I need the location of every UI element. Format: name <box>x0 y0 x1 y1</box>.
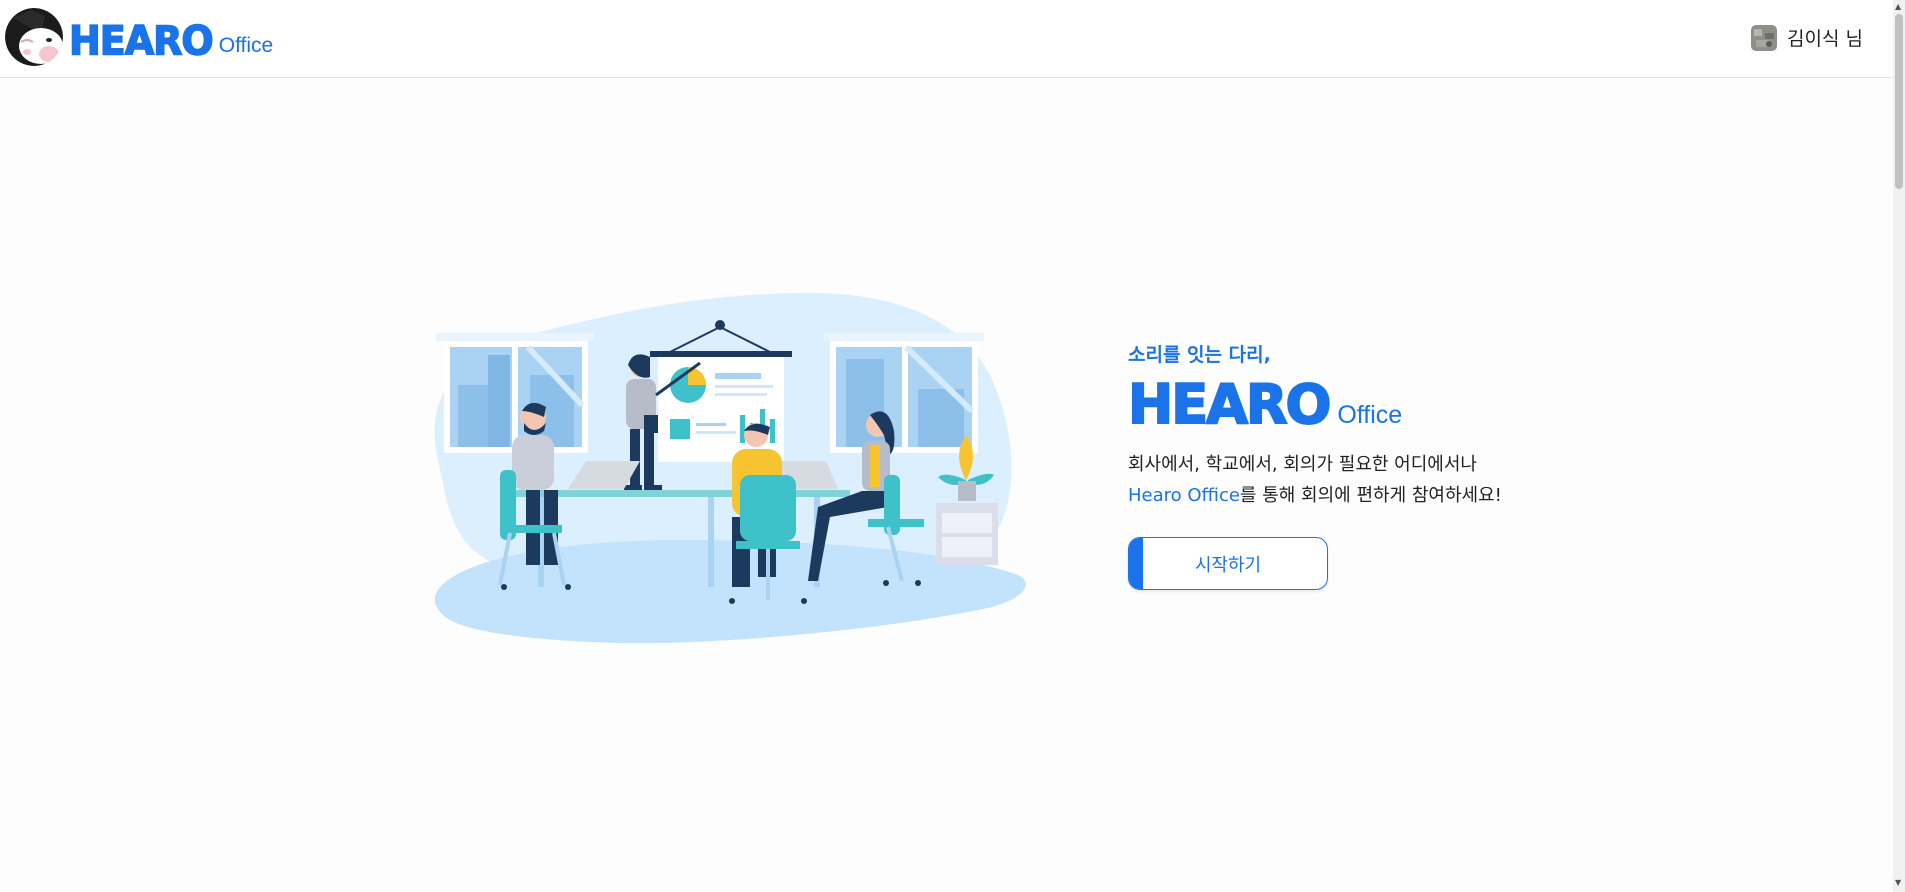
start-button[interactable]: 시작하기 <box>1128 537 1328 590</box>
user-menu[interactable]: 김이식 님 <box>1751 24 1863 51</box>
user-name: 김이식 님 <box>1787 28 1863 50</box>
hero-description: 회사에서, 학교에서, 회의가 필요한 어디에서나 Hearo Office를 … <box>1128 449 1548 511</box>
avatar <box>1751 24 1778 51</box>
page-scrollbar[interactable]: ▲ ▼ <box>1893 0 1905 892</box>
hero-section: 소리를 잇는 다리, HEARO Office 회사에서, 학교에서, 회의가 … <box>1127 340 1548 590</box>
start-button-label: 시작하기 <box>1194 554 1262 576</box>
scrollbar-thumb[interactable] <box>1895 14 1903 189</box>
brand-home-link[interactable]: HEARO Office <box>5 8 273 66</box>
hero-brand: HEARO Office <box>1127 373 1548 436</box>
hero-description-rest: 를 통해 회의에 편하게 참여하세요! <box>1239 485 1502 506</box>
brand-office-label: Office <box>218 34 274 57</box>
mascot-logo-icon <box>5 8 63 66</box>
hero-description-highlight: Hearo Office <box>1128 485 1240 506</box>
hero-brand-office-label: Office <box>1337 401 1403 429</box>
brand-wordmark: HEARO <box>68 17 214 65</box>
scroll-down-arrow-icon[interactable]: ▼ <box>1895 878 1901 887</box>
hero-description-line1: 회사에서, 학교에서, 회의가 필요한 어디에서나 <box>1128 454 1477 475</box>
meeting-illustration <box>418 285 1048 650</box>
hero-brand-wordmark: HEARO <box>1127 373 1332 436</box>
scroll-up-arrow-icon[interactable]: ▲ <box>1895 2 1901 11</box>
hero-description-line2: Hearo Office를 통해 회의에 편하게 참여하세요! <box>1128 480 1548 511</box>
hero-tagline: 소리를 잇는 다리, <box>1128 344 1271 366</box>
top-navigation-bar: HEARO Office 김이식 님 <box>0 0 1893 78</box>
